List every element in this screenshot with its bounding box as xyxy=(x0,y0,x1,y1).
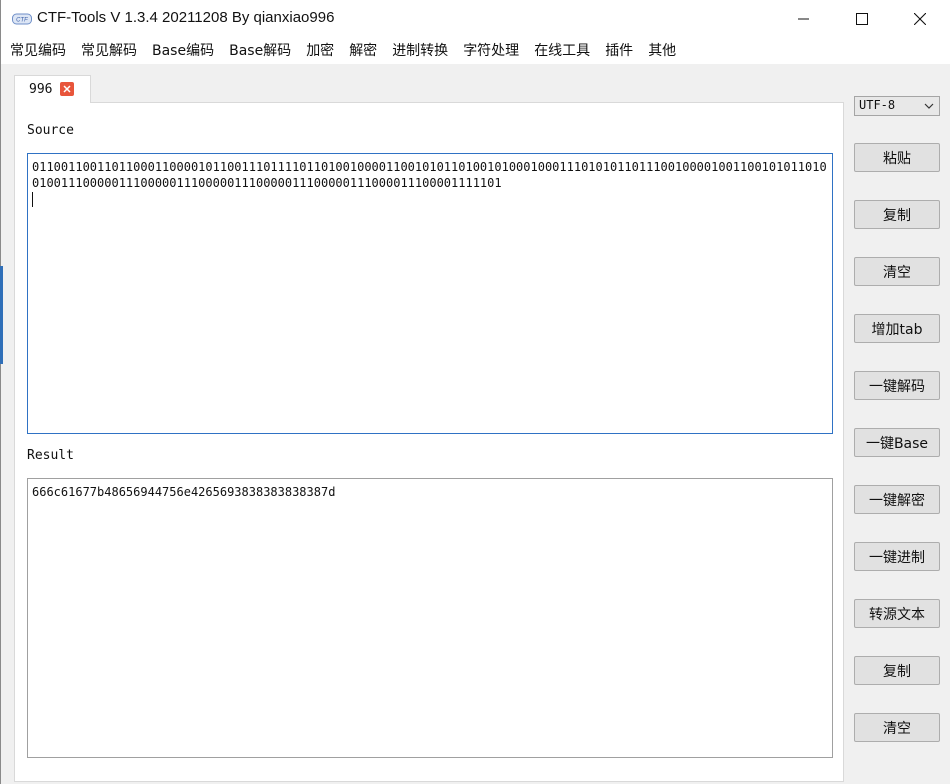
copy-result-button[interactable]: 复制 xyxy=(854,656,940,685)
source-text: 0110011001101100011000010110011101111011… xyxy=(32,160,827,190)
close-icon xyxy=(63,85,71,93)
one-click-decode-button[interactable]: 一键解码 xyxy=(854,371,940,400)
ctf-app-icon: CTF xyxy=(12,13,32,25)
menu-encrypt[interactable]: 加密 xyxy=(297,38,341,64)
tab-label: 996 xyxy=(29,82,53,97)
menu-plugins[interactable]: 插件 xyxy=(596,38,640,64)
tab-pane: Source 011001100110110001100001011001110… xyxy=(14,102,844,782)
menu-decrypt[interactable]: 解密 xyxy=(340,38,384,64)
add-tab-button[interactable]: 增加tab xyxy=(854,314,940,343)
menu-other[interactable]: 其他 xyxy=(639,38,683,64)
menu-string-process[interactable]: 字符处理 xyxy=(454,38,526,64)
svg-text:CTF: CTF xyxy=(16,18,28,24)
background-window-edge xyxy=(0,266,3,364)
app-window: CTF CTF-Tools V 1.3.4 20211208 By qianxi… xyxy=(0,0,950,784)
source-label: Source xyxy=(27,123,74,138)
menu-bar: 常见编码 常见解码 Base编码 Base解码 加密 解密 进制转换 字符处理 … xyxy=(1,38,950,64)
one-click-radix-button[interactable]: 一键进制 xyxy=(854,542,940,571)
result-label: Result xyxy=(27,448,74,463)
source-textarea[interactable]: 0110011001101100011000010110011101111011… xyxy=(27,153,833,434)
minimize-button[interactable] xyxy=(781,0,827,38)
close-icon xyxy=(914,13,926,25)
encoding-value: UTF-8 xyxy=(859,98,896,112)
tab-996[interactable]: 996 xyxy=(14,75,91,103)
to-source-text-button[interactable]: 转源文本 xyxy=(854,599,940,628)
one-click-base-button[interactable]: 一键Base xyxy=(854,428,940,457)
menu-radix-convert[interactable]: 进制转换 xyxy=(383,38,455,64)
copy-source-button[interactable]: 复制 xyxy=(854,200,940,229)
menu-common-encode[interactable]: 常见编码 xyxy=(1,38,73,64)
paste-button[interactable]: 粘贴 xyxy=(854,143,940,172)
menu-base-encode[interactable]: Base编码 xyxy=(143,38,221,64)
one-click-decrypt-button[interactable]: 一键解密 xyxy=(854,485,940,514)
menu-common-decode[interactable]: 常见解码 xyxy=(72,38,144,64)
clear-source-button[interactable]: 清空 xyxy=(854,257,940,286)
result-textarea[interactable]: 666c61677b48656944756e426569383838383838… xyxy=(27,478,833,758)
encoding-select[interactable]: UTF-8 xyxy=(854,96,940,116)
maximize-icon xyxy=(856,13,868,25)
minimize-icon xyxy=(798,18,809,20)
clear-result-button[interactable]: 清空 xyxy=(854,713,940,742)
maximize-button[interactable] xyxy=(839,0,885,38)
title-bar: CTF CTF-Tools V 1.3.4 20211208 By qianxi… xyxy=(1,0,950,38)
menu-online-tools[interactable]: 在线工具 xyxy=(525,38,597,64)
text-caret xyxy=(32,192,33,207)
close-window-button[interactable] xyxy=(897,0,943,38)
tab-close-button[interactable] xyxy=(60,82,74,96)
chevron-down-icon xyxy=(924,103,934,109)
result-text: 666c61677b48656944756e426569383838383838… xyxy=(32,485,336,499)
menu-base-decode[interactable]: Base解码 xyxy=(220,38,298,64)
window-title: CTF-Tools V 1.3.4 20211208 By qianxiao99… xyxy=(37,9,335,26)
